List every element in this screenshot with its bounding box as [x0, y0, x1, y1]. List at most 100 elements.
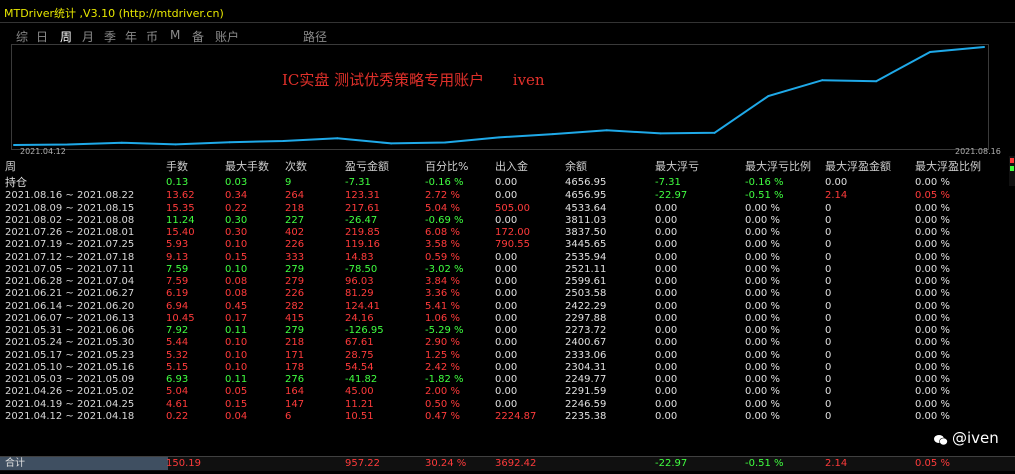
tab-2[interactable]: 周	[60, 28, 72, 45]
table-cell: 0.47 %	[425, 410, 460, 422]
tab-9[interactable]: 账户	[215, 28, 239, 45]
table-cell: 0.00	[495, 337, 518, 349]
table-row[interactable]: 2021.07.19 ~ 2021.07.25 5.93 0.10 226 119.16…	[0, 238, 1015, 251]
table-cell: 0.00 %	[745, 325, 780, 336]
table-cell: 2246.59	[565, 398, 607, 410]
table-row[interactable]: 2021.06.07 ~ 2021.06.13 10.45 0.17 415 24.16…	[0, 312, 1015, 325]
table-cell: 0.00 %	[915, 202, 950, 214]
table-cell: 24.16	[345, 312, 374, 324]
table-row[interactable]: 2021.06.21 ~ 2021.06.27 6.19 0.08 226 81.29 3…	[0, 287, 1015, 300]
table-row[interactable]: 2021.04.19 ~ 2021.04.25 4.61 0.15 147 11.21 0…	[0, 398, 1015, 411]
table-cell: 0.00 %	[745, 239, 780, 251]
equity-point	[983, 46, 985, 48]
table-row[interactable]: 2021.05.03 ~ 2021.05.09 6.93 0.11 276 -41.82…	[0, 373, 1015, 386]
table-cell: 0.08	[225, 288, 248, 300]
table-cell: 0.04	[225, 410, 248, 422]
table-row[interactable]: 2021.08.16 ~ 2021.08.22 13.62 0.34 264 123.3…	[0, 189, 1015, 202]
equity-point	[713, 131, 716, 134]
week-range: 2021.07.12 ~ 2021.07.18	[5, 251, 135, 263]
week-range: 2021.05.31 ~ 2021.06.06	[5, 325, 135, 336]
table-row[interactable]: 2021.08.02 ~ 2021.08.08 11.24 0.30 227 -26.4…	[0, 214, 1015, 227]
table-row[interactable]: 2021.06.28 ~ 2021.07.04 7.59 0.08 279 96.03 3…	[0, 275, 1015, 288]
table-cell: 402	[285, 227, 305, 238]
table-cell: 0.00 %	[745, 214, 780, 226]
table-cell: 15.35	[166, 202, 195, 214]
table-row[interactable]: 2021.05.24 ~ 2021.05.30 5.44 0.10 218 67.61 2…	[0, 336, 1015, 349]
table-row[interactable]: 2021.04.26 ~ 2021.05.02 5.04 0.05 164 45.00 2…	[0, 385, 1015, 398]
table-cell: 0.00	[655, 300, 678, 312]
table-cell: 13.62	[166, 190, 195, 202]
table-cell: 282	[285, 300, 305, 312]
week-range: 2021.06.07 ~ 2021.06.13	[5, 312, 135, 324]
table-cell: 0	[825, 202, 832, 214]
table-cell: 0.11	[225, 325, 248, 336]
table-cell: 0	[825, 410, 832, 422]
tab-7[interactable]: M	[170, 28, 180, 42]
table-cell: 0.00	[495, 251, 518, 263]
table-row[interactable]: 2021.05.31 ~ 2021.06.06 7.92 0.11 279 -126.9…	[0, 324, 1015, 337]
table-cell: 96.03	[345, 276, 374, 287]
tab-1[interactable]: 日	[36, 28, 48, 45]
table-cell: 0	[825, 325, 832, 336]
table-cell: 2297.88	[565, 312, 607, 324]
table-cell: 1.25 %	[425, 349, 460, 361]
table-cell: -0.51 %	[745, 190, 784, 202]
week-range: 2021.06.21 ~ 2021.06.27	[5, 288, 135, 300]
window-resize-gripper[interactable]	[1003, 0, 1013, 474]
table-cell: 0.00	[495, 300, 518, 312]
holding-cell: 0.00	[495, 177, 518, 188]
table-cell: 81.29	[345, 288, 374, 300]
table-row[interactable]: 2021.06.14 ~ 2021.06.20 6.94 0.45 282 124.41…	[0, 300, 1015, 313]
table-cell: 2.14	[825, 190, 848, 202]
table-cell: 0.00	[655, 386, 678, 398]
table-cell: 7.59	[166, 263, 189, 275]
week-range: 2021.07.19 ~ 2021.07.25	[5, 239, 135, 251]
table-cell: 10.51	[345, 410, 374, 422]
table-cell: 0.00 %	[915, 398, 950, 410]
table-cell: 0.00	[655, 337, 678, 349]
table-cell: 6.08 %	[425, 227, 460, 238]
tab-6[interactable]: 币	[146, 28, 158, 45]
table-cell: 2503.58	[565, 288, 607, 300]
table-cell: 119.16	[345, 239, 380, 251]
equity-point	[929, 50, 932, 53]
table-cell: 0.00 %	[915, 227, 950, 238]
tab-8[interactable]: 备	[192, 28, 204, 45]
column-header: 最大浮盈比例	[915, 160, 981, 173]
table-cell: 0.00 %	[915, 214, 950, 226]
table-cell: 4.61	[166, 398, 189, 410]
table-row[interactable]: 2021.08.09 ~ 2021.08.15 15.35 0.22 218 217.6…	[0, 202, 1015, 215]
table-cell: 0.00	[495, 263, 518, 275]
tab-10[interactable]: 路径	[303, 28, 327, 45]
total-row[interactable]: 合计 150.19 957.22 30.24 % 3692.42 -22.97 -0.51 …	[0, 456, 1015, 471]
holding-row[interactable]: 持仓 0.13 0.03 9 -7.31 -0.16 % 0.00 4656.95 -7.31 -…	[0, 176, 1015, 189]
table-cell: 3445.65	[565, 239, 607, 251]
table-cell: 0.00	[495, 312, 518, 324]
equity-point	[390, 142, 393, 145]
table-row[interactable]: 2021.07.26 ~ 2021.08.01 15.40 0.30 402 219.8…	[0, 226, 1015, 239]
tab-3[interactable]: 月	[82, 28, 94, 45]
table-cell: 0	[825, 374, 832, 385]
table-cell: 0.00	[655, 214, 678, 226]
table-row[interactable]: 2021.07.12 ~ 2021.07.18 9.13 0.15 333 14.83 0…	[0, 251, 1015, 264]
table-row[interactable]: 2021.05.10 ~ 2021.05.16 5.15 0.10 178 54.54 2…	[0, 361, 1015, 374]
table-cell: -26.47	[345, 214, 378, 226]
total-cell: 2.14	[825, 458, 848, 469]
column-header: 出入金	[495, 160, 528, 173]
table-cell: 2521.11	[565, 263, 607, 275]
tab-5[interactable]: 年	[125, 28, 137, 45]
table-cell: 0.00 %	[915, 349, 950, 361]
table-cell: 0.00	[655, 251, 678, 263]
tab-0[interactable]: 综	[16, 28, 28, 45]
tab-4[interactable]: 季	[104, 28, 116, 45]
table-row[interactable]: 2021.04.12 ~ 2021.04.18 0.22 0.04 6 10.51 0.4…	[0, 410, 1015, 423]
table-cell: 0.00	[495, 190, 518, 202]
week-range: 2021.08.02 ~ 2021.08.08	[5, 214, 135, 226]
table-row[interactable]: 2021.05.17 ~ 2021.05.23 5.32 0.10 171 28.75 1…	[0, 349, 1015, 362]
table-cell: 5.44	[166, 337, 189, 349]
equity-line	[13, 46, 985, 146]
holding-cell: -0.16 %	[745, 177, 784, 188]
table-row[interactable]: 2021.07.05 ~ 2021.07.11 7.59 0.10 279 -78.50…	[0, 263, 1015, 276]
table-cell: 0.17	[225, 312, 248, 324]
table-cell: 0	[825, 251, 832, 263]
